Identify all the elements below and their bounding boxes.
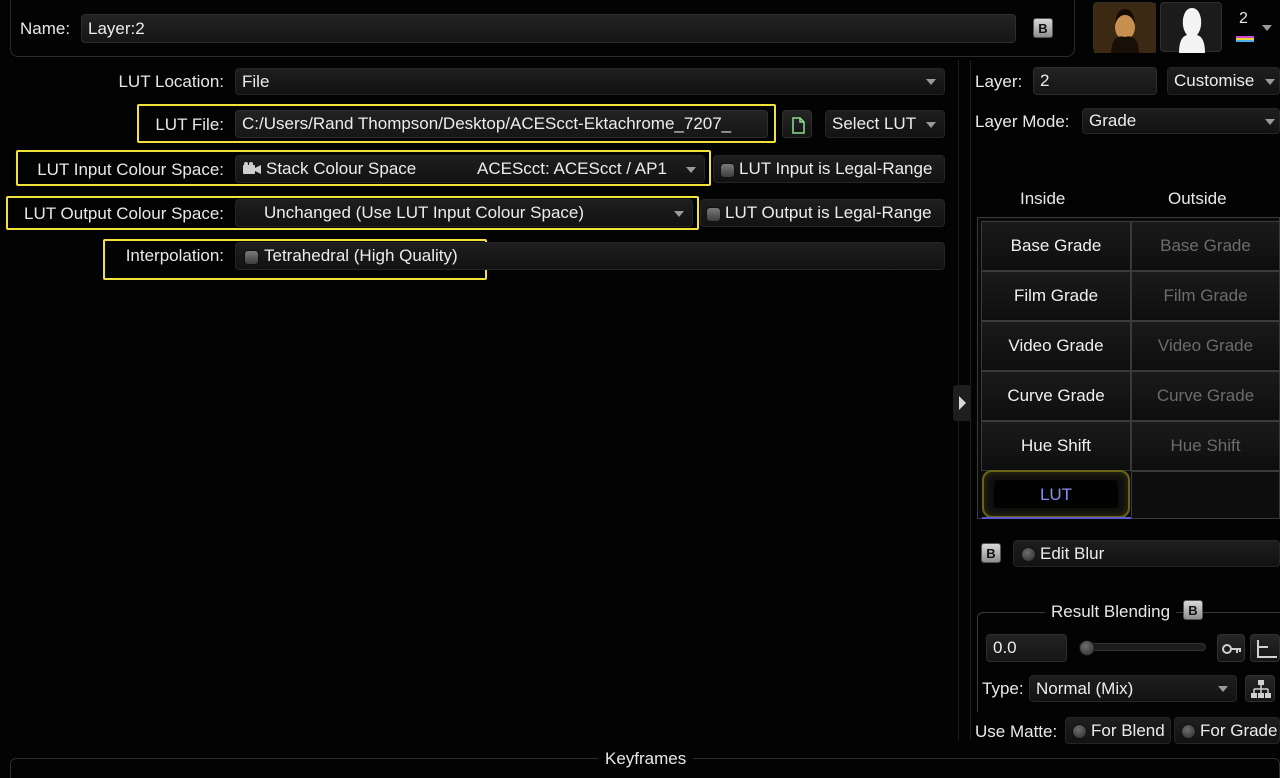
- for-blend-label: For Blend: [1091, 721, 1165, 740]
- inside-hue-shift[interactable]: Hue Shift: [981, 421, 1131, 471]
- inside-base-grade[interactable]: Base Grade: [981, 221, 1131, 271]
- lut-input-legal-toggle[interactable]: LUT Input is Legal-Range: [713, 155, 945, 183]
- name-input[interactable]: Layer:2: [81, 14, 1016, 43]
- blend-key-button[interactable]: [1217, 634, 1245, 662]
- blend-amount-input[interactable]: 0.0: [986, 634, 1067, 662]
- checkbox-icon: [720, 163, 735, 178]
- result-blending-b-button[interactable]: B: [1183, 600, 1203, 620]
- lut-output-cs-value: Unchanged (Use LUT Input Colour Space): [264, 203, 585, 222]
- layer-mode-label: Layer Mode:: [975, 112, 1070, 131]
- inside-curve-grade[interactable]: Curve Grade: [981, 371, 1131, 421]
- use-matte-label: Use Matte:: [975, 722, 1058, 741]
- blend-node-button[interactable]: [1245, 675, 1275, 702]
- inside-film-grade[interactable]: Film Grade: [981, 271, 1131, 321]
- for-grade-toggle[interactable]: For Grade: [1174, 717, 1280, 744]
- chevron-down-icon: [1218, 686, 1228, 692]
- edit-blur-label: Edit Blur: [1040, 544, 1105, 563]
- lut-location-value: File: [242, 72, 270, 91]
- customise-label: Customise: [1174, 71, 1255, 90]
- color-stripes-icon: [1236, 36, 1254, 44]
- outside-curve-grade[interactable]: Curve Grade: [1131, 371, 1280, 421]
- chevron-down-icon: [674, 211, 684, 217]
- lut-file-label: LUT File:: [155, 115, 224, 134]
- slider-handle-icon[interactable]: [1079, 640, 1095, 656]
- checkbox-icon: [706, 207, 721, 222]
- lut-input-cs-dropdown[interactable]: Stack Colour Space ACEScct: ACEScct / AP…: [235, 155, 705, 183]
- graph-icon: [1257, 640, 1277, 658]
- camera-icon: [243, 162, 261, 174]
- interpolation-label: Interpolation:: [125, 246, 224, 265]
- outside-empty-cell: [1131, 471, 1280, 519]
- layer-count-dropdown-icon[interactable]: [1262, 25, 1272, 31]
- lut-input-legal-label: LUT Input is Legal-Range: [739, 159, 933, 178]
- lut-file-browse-button[interactable]: [782, 110, 812, 138]
- mona-lisa-icon: [1094, 3, 1156, 53]
- key-icon: [1222, 644, 1241, 654]
- blend-graph-button[interactable]: [1250, 634, 1280, 662]
- inside-video-grade[interactable]: Video Grade: [981, 321, 1131, 371]
- radio-icon: [1181, 724, 1196, 739]
- lut-output-legal-label: LUT Output is Legal-Range: [725, 203, 932, 222]
- layer-mode-value: Grade: [1089, 111, 1137, 130]
- lut-output-cs-dropdown[interactable]: Unchanged (Use LUT Input Colour Space): [235, 199, 693, 227]
- chevron-down-icon: [686, 167, 696, 173]
- blend-type-value: Normal (Mix): [1036, 679, 1134, 698]
- outside-hue-shift[interactable]: Hue Shift: [1131, 421, 1280, 471]
- lut-file-input[interactable]: C:/Users/Rand Thompson/Desktop/ACEScct-E…: [235, 110, 768, 138]
- select-lut-dropdown[interactable]: Select LUT: [825, 110, 945, 138]
- layer-mode-dropdown[interactable]: Grade: [1082, 108, 1280, 134]
- outside-video-grade[interactable]: Video Grade: [1131, 321, 1280, 371]
- lut-input-cs-label: LUT Input Colour Space:: [37, 160, 224, 179]
- interpolation-value: Tetrahedral (High Quality): [264, 246, 458, 265]
- for-blend-toggle[interactable]: For Blend: [1065, 717, 1171, 744]
- chevron-down-icon: [926, 79, 936, 85]
- inside-lut-selected[interactable]: LUT: [982, 470, 1130, 518]
- panel-collapse-handle[interactable]: [953, 385, 971, 421]
- type-label: Type:: [982, 679, 1024, 698]
- chevron-down-icon: [926, 122, 936, 128]
- layer-input[interactable]: 2: [1033, 67, 1157, 95]
- blend-type-dropdown[interactable]: Normal (Mix): [1029, 675, 1237, 702]
- customise-dropdown[interactable]: Customise: [1167, 67, 1280, 95]
- lut-output-cs-label: LUT Output Colour Space:: [23, 204, 224, 223]
- name-b-button[interactable]: B: [1033, 18, 1053, 38]
- interpolation-toggle[interactable]: Tetrahedral (High Quality): [235, 242, 945, 270]
- chevron-down-icon: [1265, 119, 1275, 125]
- keyframes-label[interactable]: Keyframes: [598, 749, 694, 769]
- blur-b-button[interactable]: B: [981, 543, 1001, 563]
- hierarchy-icon: [1251, 680, 1271, 698]
- lut-input-cs-detail: ACEScct: ACEScct / AP1: [477, 159, 667, 178]
- layer-count[interactable]: 2: [1239, 10, 1248, 28]
- checkbox-icon: [244, 250, 259, 265]
- outside-header: Outside: [1168, 189, 1227, 208]
- lut-output-legal-toggle[interactable]: LUT Output is Legal-Range: [700, 199, 945, 227]
- matte-thumbnail-button[interactable]: [1160, 2, 1222, 53]
- lut-underline: [982, 517, 1131, 519]
- radio-icon: [1021, 547, 1036, 562]
- layer-label: Layer:: [975, 72, 1023, 91]
- lut-location-dropdown[interactable]: File: [235, 68, 945, 95]
- mona-lisa-thumbnail-button[interactable]: [1093, 2, 1156, 53]
- silhouette-icon: [1179, 8, 1205, 53]
- inside-header: Inside: [1020, 189, 1066, 208]
- for-grade-label: For Grade: [1200, 721, 1278, 740]
- document-icon: [792, 117, 805, 134]
- select-lut-label: Select LUT: [832, 114, 917, 133]
- result-blending-label: Result Blending: [1045, 602, 1177, 622]
- outside-film-grade[interactable]: Film Grade: [1131, 271, 1280, 321]
- lut-input-cs-value: Stack Colour Space: [266, 159, 417, 178]
- inside-lut-label: LUT: [1039, 485, 1073, 504]
- blend-slider[interactable]: [1079, 640, 1206, 656]
- edit-blur-toggle[interactable]: Edit Blur: [1013, 540, 1280, 567]
- chevron-down-icon: [1265, 79, 1275, 85]
- lut-location-label: LUT Location:: [118, 72, 224, 91]
- radio-icon: [1072, 724, 1087, 739]
- chevron-right-icon: [959, 396, 966, 410]
- name-label: Name:: [20, 19, 71, 38]
- outside-base-grade[interactable]: Base Grade: [1131, 221, 1280, 271]
